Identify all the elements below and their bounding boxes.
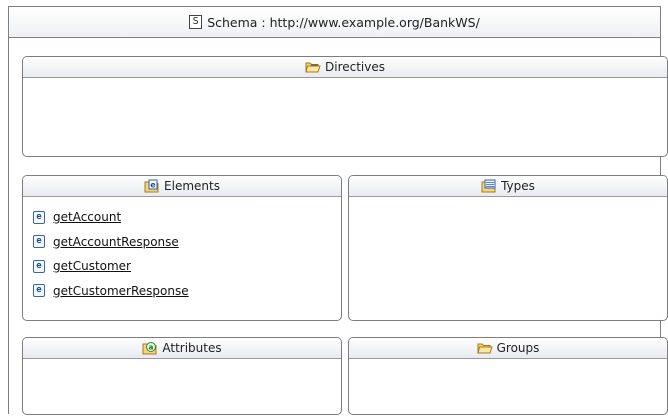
element-item-getaccount[interactable]: e getAccount — [33, 205, 341, 230]
schema-title: Schema : http://www.example.org/BankWS/ — [207, 14, 480, 30]
element-icon: e — [33, 210, 45, 224]
types-folder-icon — [481, 179, 497, 193]
element-link[interactable]: getCustomerResponse — [53, 284, 189, 298]
svg-text:e: e — [150, 181, 156, 190]
svg-text:a: a — [149, 344, 154, 352]
element-item-getcustomer[interactable]: e getCustomer — [33, 254, 341, 279]
schema-title-bar: S Schema : http://www.example.org/BankWS… — [9, 7, 660, 38]
schema-icon: S — [189, 15, 203, 29]
directives-header[interactable]: Directives — [23, 57, 667, 78]
element-icon: e — [33, 235, 45, 249]
groups-header[interactable]: Groups — [349, 338, 667, 359]
elements-label: Elements — [164, 179, 220, 193]
groups-label: Groups — [496, 341, 540, 355]
element-item-getcustomerresponse[interactable]: e getCustomerResponse — [33, 279, 341, 304]
folder-open-icon — [305, 60, 321, 74]
types-panel[interactable]: Types — [348, 175, 668, 321]
attributes-panel[interactable]: a Attributes — [22, 337, 342, 415]
elements-header[interactable]: e Elements — [23, 176, 341, 197]
element-link[interactable]: getCustomer — [53, 259, 131, 273]
attributes-label: Attributes — [162, 341, 222, 355]
elements-list: e getAccount e getAccountResponse e getC… — [23, 197, 341, 303]
element-link[interactable]: getAccount — [53, 210, 121, 224]
types-header[interactable]: Types — [349, 176, 667, 197]
element-link[interactable]: getAccountResponse — [53, 235, 179, 249]
attributes-header[interactable]: a Attributes — [23, 338, 341, 359]
element-item-getaccountresponse[interactable]: e getAccountResponse — [33, 230, 341, 255]
directives-label: Directives — [325, 60, 385, 74]
attribute-folder-icon: a — [142, 341, 158, 355]
element-folder-icon: e — [144, 179, 160, 193]
groups-folder-icon — [476, 341, 493, 355]
elements-panel[interactable]: e Elements e getAccount e getAccountResp… — [22, 175, 342, 321]
directives-panel[interactable]: Directives — [22, 56, 668, 157]
element-icon: e — [33, 259, 45, 273]
types-label: Types — [501, 179, 535, 193]
groups-panel[interactable]: Groups — [348, 337, 668, 415]
element-icon: e — [33, 284, 45, 298]
